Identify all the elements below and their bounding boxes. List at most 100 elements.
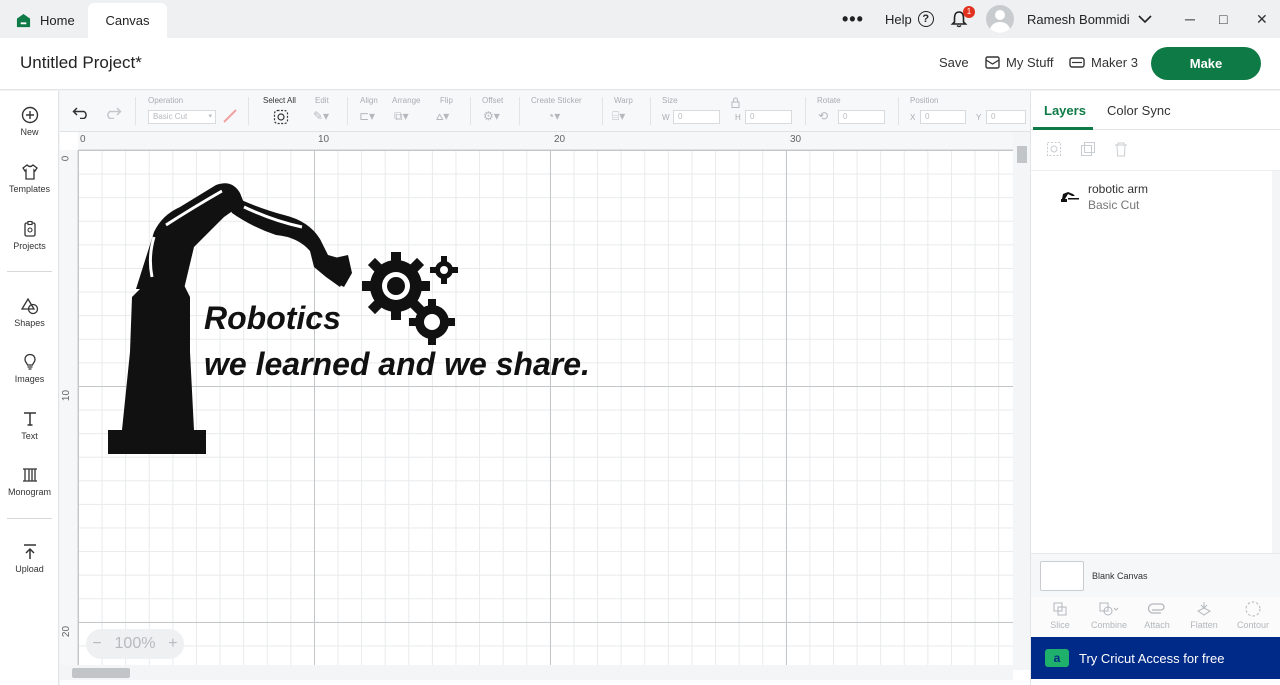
clipboard-icon (23, 220, 36, 237)
cricut-access-icon: a (1045, 649, 1069, 667)
width-value: 0 (678, 112, 683, 121)
design-text-robotics[interactable]: Robotics (204, 300, 341, 337)
x-input[interactable]: 0 (920, 110, 966, 124)
minimize-button[interactable]: ─ (1185, 0, 1195, 38)
scroll-thumb[interactable] (1017, 146, 1027, 163)
more-icon: ••• (842, 8, 864, 29)
sidebar-item-upload[interactable]: Upload (0, 543, 59, 574)
sidebar-item-images[interactable]: Images (0, 353, 59, 384)
contour-label: Contour (1236, 620, 1270, 630)
slice-button[interactable]: Slice (1035, 601, 1085, 630)
machine-selector[interactable]: Maker 3 (1069, 55, 1138, 70)
maximize-button[interactable]: □ (1219, 0, 1227, 38)
bulb-icon (23, 353, 36, 370)
arrange-icon[interactable]: ⧉▾ (394, 109, 409, 124)
contour-icon (1245, 601, 1261, 617)
undo-icon[interactable] (72, 105, 90, 119)
flip-label: Flip (440, 96, 453, 105)
sidebar-item-projects[interactable]: Projects (0, 220, 59, 251)
contour-button[interactable]: Contour (1228, 601, 1278, 630)
zoom-in-button[interactable]: + (168, 635, 177, 653)
my-stuff-button[interactable]: My Stuff (985, 55, 1053, 70)
sidebar-item-templates[interactable]: Templates (0, 163, 59, 194)
sidebar-divider (7, 271, 52, 272)
horizontal-scrollbar[interactable] (60, 665, 1013, 680)
sidebar-item-new[interactable]: New (0, 106, 59, 137)
sidebar-divider (7, 518, 52, 519)
blank-canvas-label: Blank Canvas (1092, 571, 1148, 581)
tab-home[interactable]: Home (8, 3, 88, 38)
design-text-tagline[interactable]: we learned and we share. (204, 346, 590, 383)
width-input[interactable]: 0 (673, 110, 720, 124)
cricut-access-banner[interactable]: a Try Cricut Access for free (1031, 637, 1280, 679)
duplicate-icon[interactable] (1080, 141, 1096, 157)
flatten-button[interactable]: Flatten (1179, 601, 1229, 630)
tab-color-sync[interactable]: Color Sync (1107, 103, 1171, 118)
panel-scrollbar[interactable] (1272, 171, 1280, 553)
blank-canvas-row[interactable]: Blank Canvas (1031, 553, 1280, 597)
y-input[interactable]: 0 (986, 110, 1026, 124)
layer-tools (1031, 131, 1280, 171)
make-button[interactable]: Make (1151, 47, 1261, 80)
sidebar-item-shapes[interactable]: Shapes (0, 297, 59, 328)
blank-canvas-swatch[interactable] (1040, 561, 1084, 591)
gears-image[interactable] (360, 250, 464, 350)
lock-icon[interactable] (731, 97, 740, 108)
sidebar-item-label: Images (14, 374, 45, 384)
combine-button[interactable]: Combine (1084, 601, 1134, 630)
pen-color-icon[interactable] (223, 109, 237, 123)
sidebar-item-monogram[interactable]: Monogram (0, 466, 59, 497)
flip-icon[interactable]: ⩟▾ (436, 109, 449, 124)
align-icon[interactable]: ⊏▾ (359, 109, 375, 123)
scroll-thumb[interactable] (72, 668, 130, 678)
close-window-button[interactable]: ✕ (1256, 0, 1268, 38)
sidebar-item-text[interactable]: Text (0, 410, 59, 441)
layer-item[interactable]: robotic arm Basic Cut (1031, 176, 1271, 216)
height-input[interactable]: 0 (745, 110, 792, 124)
height-value: 0 (750, 112, 755, 121)
rotate-input[interactable]: 0 (838, 110, 885, 124)
more-menu-button[interactable]: ••• (842, 0, 864, 38)
save-label: Save (939, 55, 969, 70)
help-icon: ? (917, 11, 934, 27)
zoom-out-button[interactable]: − (92, 635, 101, 653)
attach-label: Attach (1144, 620, 1170, 630)
help-label: Help (885, 11, 912, 27)
arrange-label: Arrange (392, 96, 421, 105)
upload-icon (23, 544, 36, 559)
layer-thumbnail-icon (1061, 192, 1079, 202)
tab-canvas-label: Canvas (105, 13, 150, 28)
ruler-tick: 0 (80, 134, 86, 145)
home-icon (16, 13, 31, 28)
layer-name: robotic arm (1088, 182, 1149, 196)
edit-icon[interactable]: ✎▾ (313, 109, 329, 123)
rotate-label: Rotate (817, 96, 841, 105)
design-canvas[interactable]: 0 10 20 30 0 10 20 Robotics we learned a… (60, 132, 1030, 685)
project-title[interactable]: Untitled Project* (20, 53, 142, 73)
left-sidebar: New Templates Projects Shapes Images Tex… (0, 91, 59, 685)
ruler-tick: 20 (554, 134, 566, 145)
offset-label: Offset (482, 96, 504, 105)
select-all-icon[interactable] (273, 109, 289, 125)
notifications-button[interactable]: 1 (950, 0, 975, 38)
offset-icon[interactable]: ⚙▾ (483, 109, 500, 123)
user-menu[interactable]: Ramesh Bommidi (986, 0, 1152, 38)
save-button[interactable]: Save (939, 55, 969, 70)
trash-icon[interactable] (1113, 141, 1129, 157)
combine-icon (1099, 602, 1119, 616)
sidebar-item-label: Templates (8, 184, 51, 194)
rotate-icon[interactable]: ⟲ (818, 109, 828, 123)
toolbar-divider (135, 97, 136, 125)
attach-button[interactable]: Attach (1132, 601, 1182, 630)
group-icon[interactable] (1046, 141, 1062, 157)
toolbar-divider (519, 97, 520, 125)
vertical-scrollbar[interactable] (1013, 132, 1030, 670)
tab-layers[interactable]: Layers (1044, 103, 1086, 118)
tab-canvas[interactable]: Canvas (88, 3, 167, 38)
layer-operation: Basic Cut (1088, 198, 1140, 212)
operation-select[interactable]: Basic Cut ▾ (148, 110, 216, 124)
help-button[interactable]: Help ? (885, 0, 934, 38)
redo-icon[interactable] (104, 105, 122, 119)
warp-icon[interactable]: ⌸▾ (612, 109, 625, 124)
sticker-icon[interactable]: ◔▾ (547, 109, 560, 123)
